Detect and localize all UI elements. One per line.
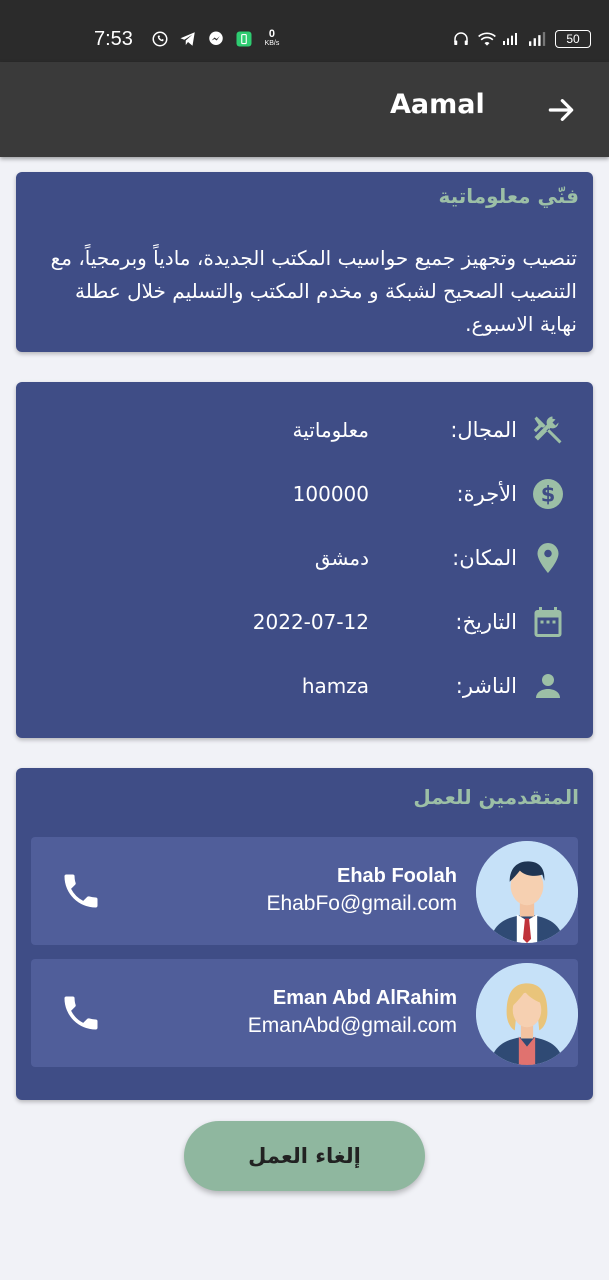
- applicant-row[interactable]: Eman Abd AlRahim EmanAbd@gmail.com: [31, 959, 578, 1067]
- detail-label: المجال:: [450, 418, 517, 442]
- app-bar: Aamal: [0, 62, 609, 157]
- detail-row-wage: $ الأجرة: 100000: [16, 476, 593, 516]
- dollar-icon: $: [530, 476, 566, 512]
- detail-row-date: التاريخ: 2022-07-12: [16, 604, 593, 644]
- applicant-email: EmanAbd@gmail.com: [247, 1014, 457, 1037]
- arrow-right-icon: [548, 99, 574, 121]
- detail-label: الأجرة:: [456, 482, 517, 506]
- calendar-icon: [530, 604, 566, 640]
- detail-value: 100000: [292, 482, 369, 506]
- job-description-card: فنّي معلوماتية تنصيب وتجهيز جميع حواسيب …: [16, 172, 593, 352]
- detail-label: المكان:: [452, 546, 517, 570]
- call-button[interactable]: [59, 869, 103, 913]
- app-notification-icon: [234, 29, 254, 49]
- location-pin-icon: [530, 540, 566, 576]
- status-bar: 7:53 0 KB/s 50: [0, 0, 609, 62]
- applicants-title: المتقدمين للعمل: [413, 785, 579, 809]
- job-details-card: المجال: معلوماتية $ الأجرة: 100000 المكا…: [16, 382, 593, 738]
- person-icon: [530, 668, 566, 704]
- wifi-icon: [477, 29, 497, 49]
- net-speed-indicator: 0 KB/s: [264, 28, 280, 48]
- applicant-email: EhabFo@gmail.com: [266, 892, 457, 915]
- job-description: تنصيب وتجهيز جميع حواسيب المكتب الجديدة،…: [50, 246, 577, 336]
- applicant-name: Ehab Foolah: [337, 865, 457, 887]
- detail-label: التاريخ:: [455, 610, 517, 634]
- job-title: فنّي معلوماتية: [438, 184, 579, 208]
- detail-row-field: المجال: معلوماتية: [16, 412, 593, 452]
- svg-text:$: $: [541, 483, 556, 507]
- tools-icon: [530, 412, 566, 448]
- applicant-name: Eman Abd AlRahim: [272, 987, 457, 1009]
- phone-icon: [64, 996, 98, 1030]
- signal-icon: [503, 29, 523, 49]
- cancel-job-button[interactable]: إلغاء العمل: [184, 1121, 425, 1191]
- applicant-row[interactable]: Ehab Foolah EhabFo@gmail.com: [31, 837, 578, 945]
- battery-indicator: 50: [555, 30, 591, 48]
- headphones-icon: [451, 29, 471, 49]
- call-button[interactable]: [59, 991, 103, 1035]
- detail-value: دمشق: [314, 546, 369, 570]
- signal-2-icon: [529, 29, 549, 49]
- male-avatar: [476, 841, 578, 943]
- whatsapp-icon: [150, 29, 170, 49]
- detail-row-publisher: الناشر: hamza: [16, 668, 593, 708]
- detail-row-place: المكان: دمشق: [16, 540, 593, 580]
- messenger-icon: [206, 29, 226, 49]
- status-time: 7:53: [94, 28, 133, 50]
- detail-value: hamza: [301, 674, 369, 698]
- detail-value: معلوماتية: [292, 418, 369, 442]
- notification-icons: 0 KB/s: [150, 29, 282, 49]
- system-icons: 50: [451, 29, 591, 49]
- applicants-card: المتقدمين للعمل Ehab Foolah EhabFo@gmail…: [16, 768, 593, 1100]
- telegram-icon: [178, 29, 198, 49]
- female-avatar: [476, 963, 578, 1065]
- back-button[interactable]: [543, 92, 579, 128]
- detail-label: الناشر:: [455, 674, 517, 698]
- detail-value: 2022-07-12: [252, 610, 369, 634]
- app-title: Aamal: [390, 89, 485, 120]
- phone-icon: [64, 874, 98, 908]
